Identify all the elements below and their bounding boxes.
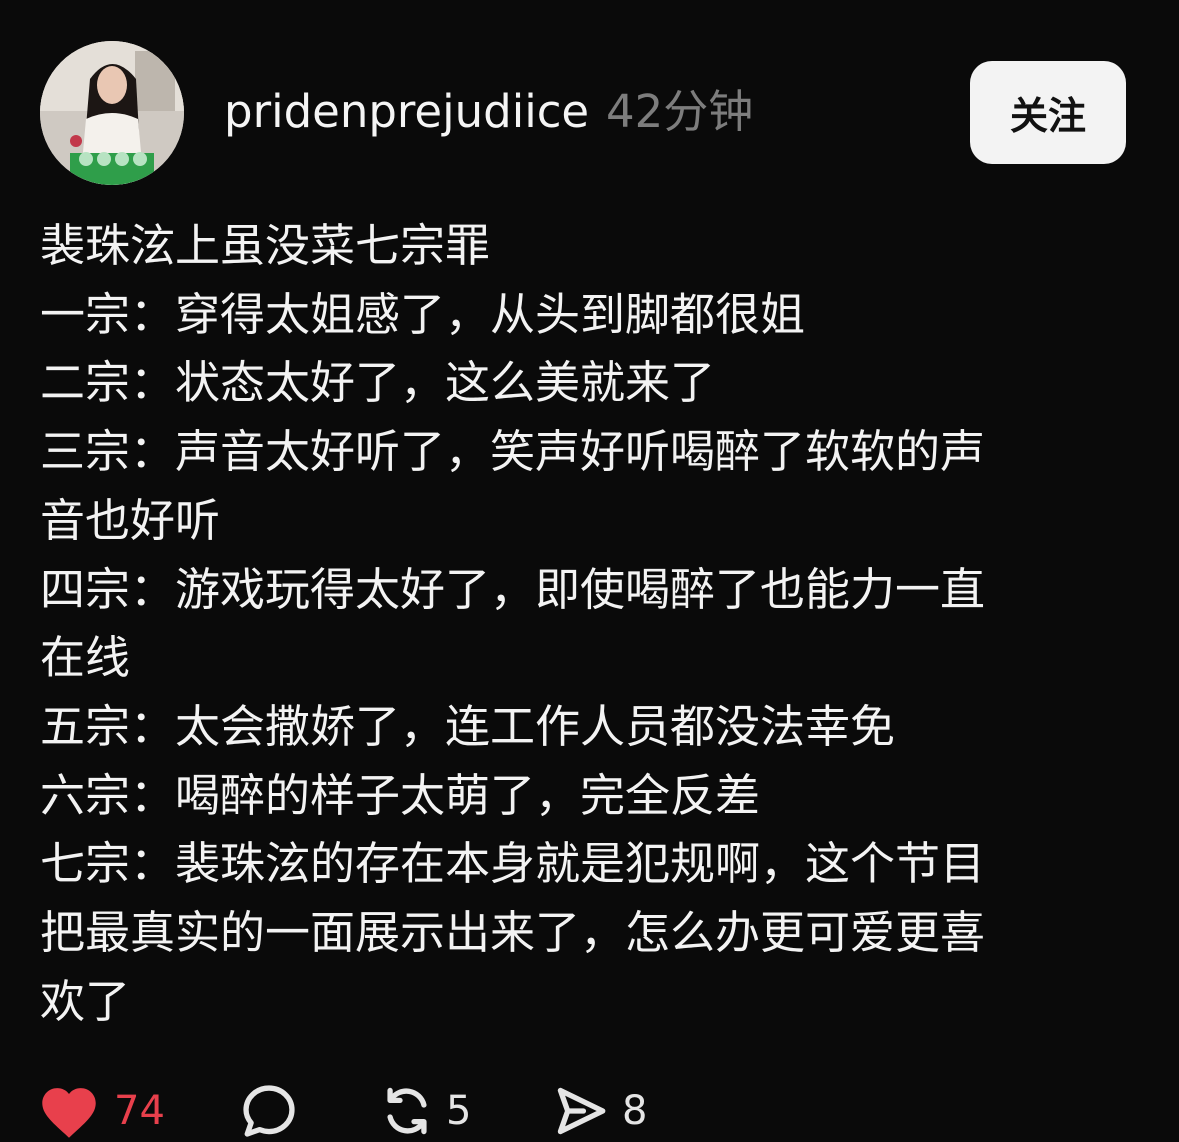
post-line: 四宗：游戏玩得太好了，即使喝醉了也能力一直 (40, 562, 986, 616)
like-count: 74 (114, 1088, 165, 1134)
repost-button[interactable]: 5 (378, 1080, 471, 1142)
post-line: 欢了 (40, 974, 131, 1028)
follow-button[interactable]: 关注 (970, 61, 1126, 164)
avatar-image (40, 41, 184, 185)
post-line: 音也好听 (40, 493, 221, 547)
action-bar: 74 5 8 (0, 1080, 1179, 1142)
post-line: 五宗：太会撒娇了，连工作人员都没法幸免 (40, 699, 896, 753)
post-line: 把最真实的一面展示出来了，怎么办更可爱更喜 (40, 906, 986, 960)
comment-button[interactable] (240, 1080, 298, 1142)
share-button[interactable]: 8 (552, 1080, 647, 1142)
post-line: 裴珠泫上虽没菜七宗罪 (40, 219, 491, 272)
repost-icon (387, 1087, 427, 1135)
repost-count: 5 (446, 1088, 472, 1134)
post-time: 42分钟 (606, 85, 754, 138)
post-line: 一宗：穿得太姐感了，从头到脚都很姐 (40, 287, 806, 341)
share-count: 8 (622, 1088, 648, 1134)
like-button[interactable]: 74 (38, 1080, 165, 1142)
username[interactable]: pridenprejudiice (224, 82, 589, 142)
post-body: 裴珠泫上虽没菜七宗罪 一宗：穿得太姐感了，从头到脚都很姐 二宗：状态太好了，这么… (40, 212, 1080, 1036)
post-line: 七宗：裴珠泫的存在本身就是犯规啊，这个节目 (40, 837, 986, 891)
send-icon (557, 1087, 606, 1135)
avatar[interactable] (40, 41, 184, 185)
post-line: 六宗：喝醉的样子太萌了，完全反差 (40, 768, 761, 822)
heart-filled-icon (42, 1088, 96, 1138)
post-line: 三宗：声音太好听了，笑声好听喝醉了软软的声 (40, 425, 986, 479)
post-header: pridenprejudiice 42分钟 关注 (0, 0, 1179, 200)
comment-bubble-icon (243, 1085, 295, 1137)
post-line: 在线 (40, 631, 131, 685)
post-line: 二宗：状态太好了，这么美就来了 (40, 356, 716, 410)
